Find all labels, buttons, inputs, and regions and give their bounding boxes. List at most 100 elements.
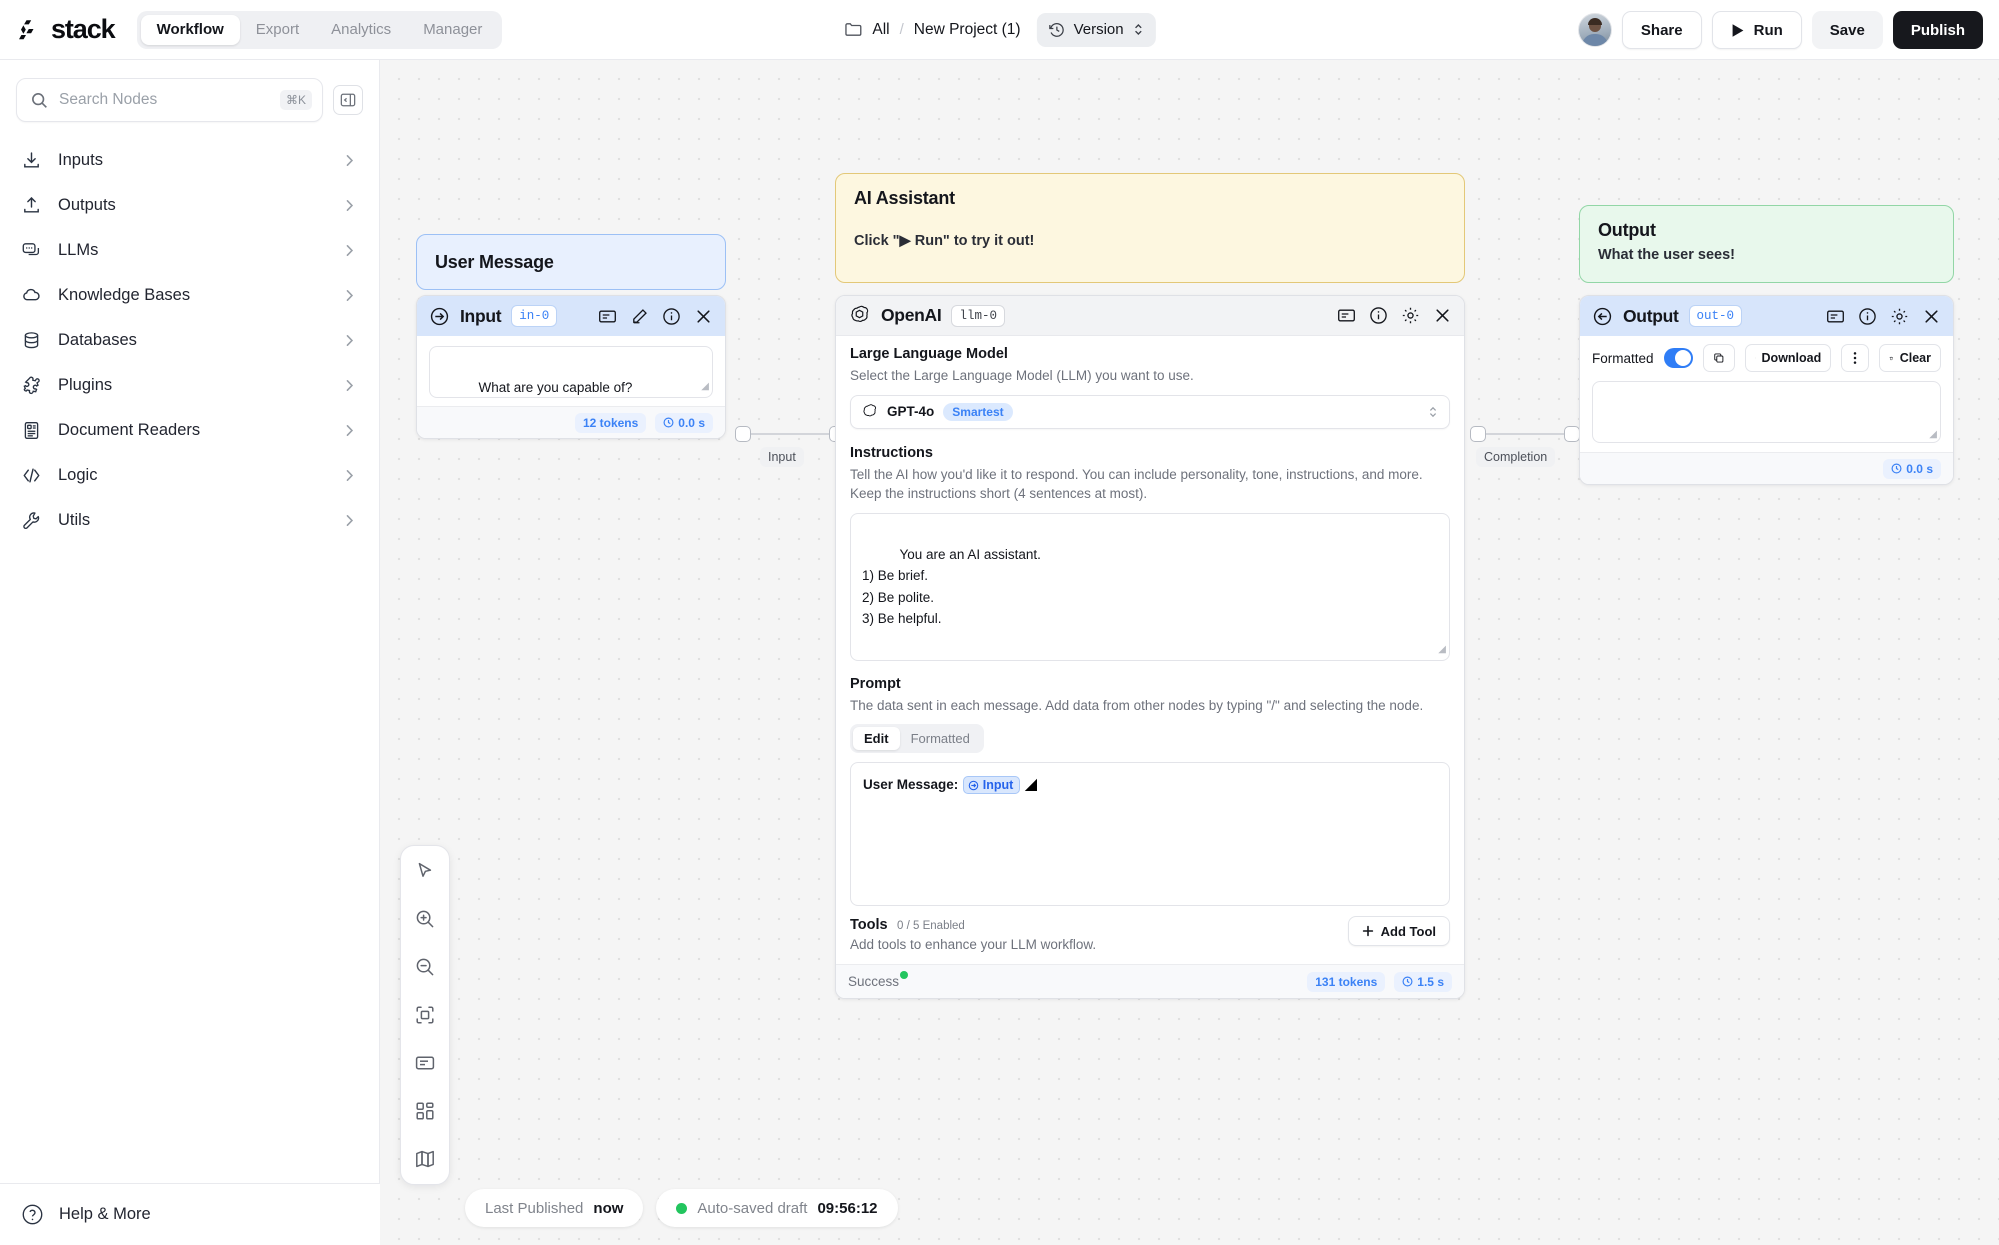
chevron-updown-icon <box>1429 406 1437 417</box>
note-ai-assistant[interactable]: AI Assistant Click "▶ Run" to try it out… <box>835 173 1465 283</box>
breadcrumb-folder[interactable]: All <box>872 21 889 39</box>
chevron-right-icon <box>346 290 354 301</box>
node-openai-header[interactable]: OpenAI llm-0 <box>836 296 1464 336</box>
add-note-button[interactable] <box>409 1047 441 1079</box>
zoom-out-button[interactable] <box>409 951 441 983</box>
arrow-in-circle-icon <box>430 307 449 325</box>
brand-logo[interactable]: stack <box>18 14 116 45</box>
node-output-title: Output <box>1623 305 1679 326</box>
input-token-count: 12 tokens <box>574 412 647 433</box>
download-button[interactable]: Download <box>1745 344 1832 372</box>
publish-button[interactable]: Publish <box>1892 11 1983 49</box>
add-tool-button[interactable]: Add Tool <box>1347 916 1450 947</box>
version-selector[interactable]: Version <box>1036 12 1156 47</box>
output-value-textarea[interactable]: ◢ <box>1592 381 1941 443</box>
sidebar-item-inputs[interactable]: Inputs <box>0 138 379 183</box>
search-input[interactable]: Search Nodes ⌘K <box>16 78 323 122</box>
resize-handle-icon[interactable]: ◢ <box>1025 776 1037 793</box>
save-button[interactable]: Save <box>1811 11 1883 49</box>
sidebar-item-plugins[interactable]: Plugins <box>0 363 379 408</box>
stack-logo-icon <box>19 19 34 39</box>
llm-duration: 1.5 s <box>1394 971 1452 992</box>
breadcrumb-project[interactable]: New Project (1) <box>914 21 1021 39</box>
selected-model-label: GPT-4o <box>887 404 935 420</box>
node-input-header[interactable]: Input in-0 <box>417 296 725 336</box>
help-and-more-button[interactable]: Help & More <box>0 1183 380 1245</box>
note-output[interactable]: Output What the user sees! <box>1579 205 1954 283</box>
tab-analytics[interactable]: Analytics <box>315 15 407 45</box>
node-output-header[interactable]: Output out-0 <box>1580 296 1953 336</box>
formatted-toggle[interactable] <box>1663 348 1694 368</box>
sidebar-item-document-readers[interactable]: Document Readers <box>0 408 379 453</box>
gear-icon[interactable] <box>1890 307 1909 326</box>
instructions-textarea[interactable]: You are an AI assistant. 1) Be brief. 2)… <box>850 512 1450 661</box>
sidebar-item-label: Outputs <box>58 196 116 214</box>
resize-handle-icon[interactable]: ◢ <box>1438 642 1446 658</box>
copy-button[interactable] <box>1703 344 1736 372</box>
close-icon[interactable] <box>694 307 713 326</box>
tab-prompt-edit[interactable]: Edit <box>853 727 900 751</box>
add-tool-label: Add Tool <box>1380 923 1436 939</box>
node-input[interactable]: Input in-0 What are you capable of? ◢ 12… <box>416 295 726 439</box>
sidebar-item-databases[interactable]: Databases <box>0 318 379 363</box>
note-title: AI Assistant <box>854 188 955 208</box>
close-icon[interactable] <box>1922 307 1941 326</box>
canvas-status-bar: Last Published now Auto-saved draft 09:5… <box>465 1189 898 1227</box>
info-icon[interactable] <box>1858 307 1877 326</box>
edit-icon[interactable] <box>630 307 649 326</box>
sidebar-item-llms[interactable]: LLMs <box>0 228 379 273</box>
port-input-output[interactable] <box>735 426 751 442</box>
more-options-button[interactable] <box>1841 344 1870 372</box>
prompt-prefix: User Message: <box>863 777 959 793</box>
note-user-message[interactable]: User Message <box>416 234 726 290</box>
fit-view-button[interactable] <box>409 999 441 1031</box>
info-icon[interactable] <box>1369 306 1388 325</box>
prompt-node-reference-chip[interactable]: Input <box>962 776 1021 795</box>
instructions-section-title: Instructions <box>850 444 933 461</box>
info-icon[interactable] <box>662 307 681 326</box>
sidebar-item-knowledge-bases[interactable]: Knowledge Bases <box>0 273 379 318</box>
resize-handle-icon[interactable]: ◢ <box>701 379 709 395</box>
sidebar-nav-list: Inputs Outputs LLMs Knowledge Bases Data… <box>0 138 379 543</box>
sidebar-item-outputs[interactable]: Outputs <box>0 183 379 228</box>
tools-count: 0 / 5 Enabled <box>897 920 965 933</box>
tab-prompt-formatted[interactable]: Formatted <box>900 727 981 750</box>
input-value-textarea[interactable]: What are you capable of? ◢ <box>429 346 713 398</box>
code-brackets-icon <box>20 465 42 487</box>
tab-workflow[interactable]: Workflow <box>140 14 240 45</box>
cursor-tool-button[interactable] <box>409 855 441 887</box>
run-button[interactable]: Run <box>1711 11 1802 49</box>
minimap-button[interactable] <box>409 1143 441 1175</box>
sidebar-item-utils[interactable]: Utils <box>0 498 379 543</box>
version-label: Version <box>1073 21 1124 38</box>
close-icon[interactable] <box>1433 306 1452 325</box>
share-button[interactable]: Share <box>1621 11 1702 49</box>
port-llm-output[interactable] <box>1470 426 1486 442</box>
grid-view-button[interactable] <box>409 1095 441 1127</box>
output-toolbar: Formatted Download Clear <box>1580 336 1953 372</box>
note-icon[interactable] <box>1826 307 1845 326</box>
port-output-input[interactable] <box>1564 426 1580 442</box>
edge-llm-to-output: Completion <box>1470 425 1580 475</box>
edge-wire <box>1482 433 1568 435</box>
workflow-canvas[interactable]: Input Completion User Message Input in-0 <box>380 60 1999 1245</box>
gear-icon[interactable] <box>1401 306 1420 325</box>
zoom-in-button[interactable] <box>409 903 441 935</box>
tab-export[interactable]: Export <box>240 15 315 45</box>
note-icon[interactable] <box>598 307 617 326</box>
autosave-chip: Auto-saved draft 09:56:12 <box>656 1189 898 1227</box>
node-output[interactable]: Output out-0 Formatted Download Clear ◢ … <box>1579 295 1954 485</box>
prompt-editor[interactable]: User Message: Input ◢ <box>850 762 1450 907</box>
tab-manager[interactable]: Manager <box>407 15 498 45</box>
avatar[interactable] <box>1577 13 1612 47</box>
node-openai[interactable]: OpenAI llm-0 Large Language Model Select… <box>835 295 1465 1000</box>
sidebar-item-logic[interactable]: Logic <box>0 453 379 498</box>
node-openai-title: OpenAI <box>881 305 942 325</box>
model-select[interactable]: GPT-4o Smartest <box>850 394 1450 429</box>
note-icon[interactable] <box>1337 306 1356 325</box>
download-label: Download <box>1761 351 1822 365</box>
top-bar: stack Workflow Export Analytics Manager … <box>0 0 1999 60</box>
clear-button[interactable]: Clear <box>1879 344 1941 372</box>
resize-handle-icon[interactable]: ◢ <box>1929 429 1937 440</box>
collapse-sidebar-button[interactable] <box>333 85 363 115</box>
